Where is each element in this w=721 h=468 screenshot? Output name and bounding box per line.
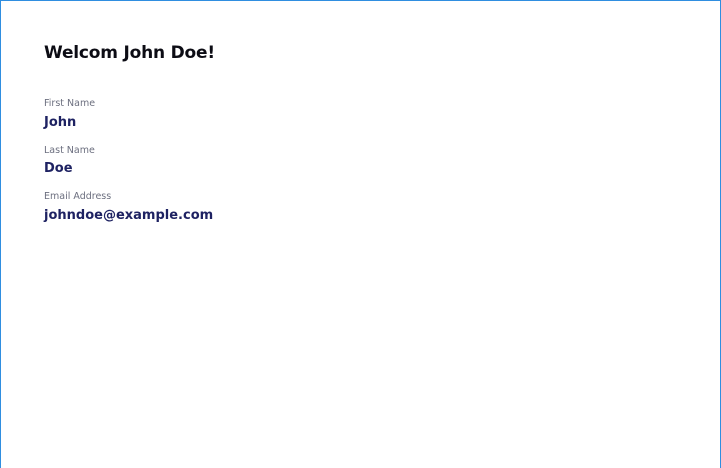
first-name-value: John (44, 115, 77, 130)
first-name-label: First Name (44, 98, 96, 109)
last-name-label: Last Name (44, 145, 95, 156)
email-address-value: johndoe@example.com (44, 208, 214, 223)
last-name-value: Doe (44, 161, 73, 176)
email-address-label: Email Address (44, 191, 112, 202)
profile-panel: Welcom John Doe! First Name John Last Na… (0, 0, 721, 468)
page-title: Welcom John Doe! (44, 43, 215, 63)
